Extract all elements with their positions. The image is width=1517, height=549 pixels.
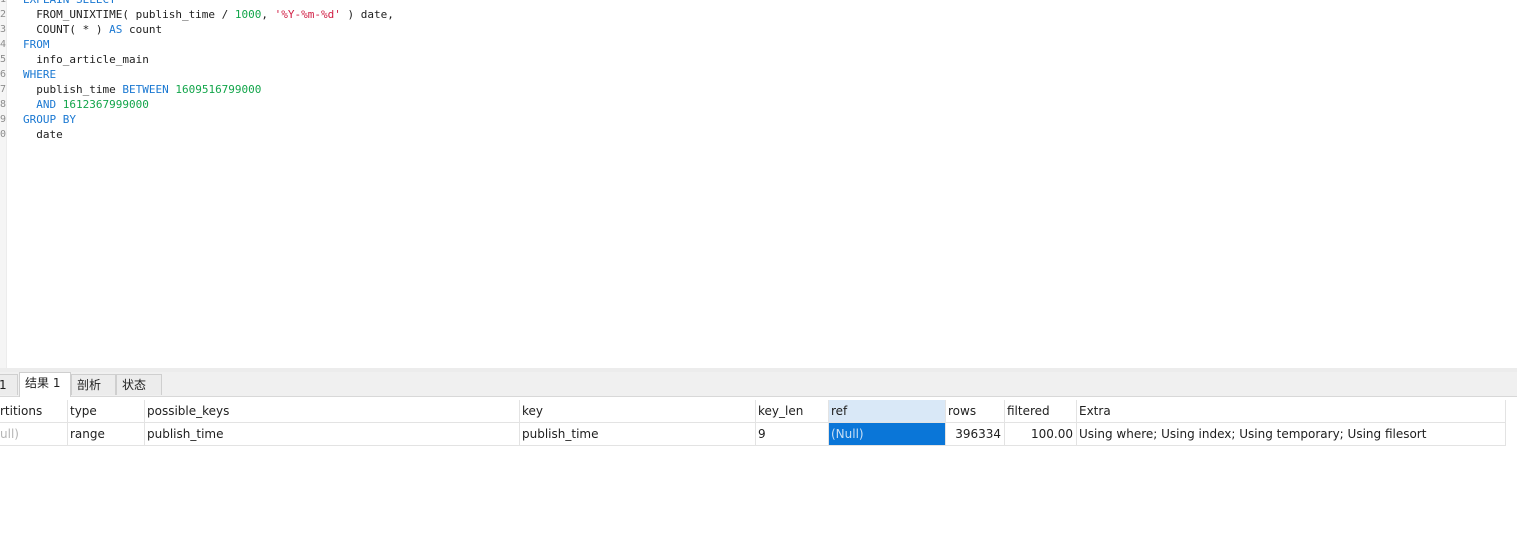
code-text: FROM_UNIXTIME( publish_time / 1000, '%Y-… bbox=[23, 7, 394, 22]
header-partitions[interactable]: rtitions bbox=[0, 400, 68, 422]
cell-filtered[interactable]: 100.00 bbox=[1005, 423, 1077, 445]
header-row: rtitions type possible_keys key key_len … bbox=[0, 400, 1506, 423]
cell-ref-selected[interactable]: (Null) bbox=[829, 423, 946, 445]
header-possible-keys[interactable]: possible_keys bbox=[145, 400, 520, 422]
header-filtered[interactable]: filtered bbox=[1005, 400, 1077, 422]
code-token: COUNT( * ) bbox=[23, 23, 110, 36]
line-number: 6 bbox=[0, 69, 6, 80]
tab-result-1[interactable]: 结果 1 bbox=[19, 372, 71, 397]
cell-type[interactable]: range bbox=[68, 423, 145, 445]
code-text: FROM bbox=[23, 37, 50, 52]
code-token: BETWEEN bbox=[122, 83, 169, 96]
header-ref[interactable]: ref bbox=[829, 400, 946, 422]
sql-editor[interactable]: 1 EXPLAIN SELECT 2 FROM_UNIXTIME( publish_… bbox=[0, 0, 1517, 368]
code-token: AS bbox=[109, 23, 123, 36]
result-tab-bar: 1 结果 1 剖析 状态 bbox=[0, 372, 1517, 397]
line-number: 4 bbox=[0, 39, 6, 50]
code-token: 1609516799000 bbox=[175, 83, 262, 96]
code-token: 1612367999000 bbox=[62, 98, 149, 111]
code-token: AND bbox=[36, 98, 57, 111]
line-number: 8 bbox=[0, 99, 6, 110]
cell-partitions[interactable]: ull) bbox=[0, 423, 68, 445]
code-text: publish_time BETWEEN 1609516799000 bbox=[23, 82, 261, 97]
cell-possible-keys[interactable]: publish_time bbox=[145, 423, 520, 445]
code-text: GROUP BY bbox=[23, 112, 76, 127]
code-text: WHERE bbox=[23, 67, 56, 82]
code-token: date bbox=[23, 128, 63, 141]
cell-key[interactable]: publish_time bbox=[520, 423, 756, 445]
cell-key-len[interactable]: 9 bbox=[756, 423, 829, 445]
line-number: 3 bbox=[0, 24, 6, 35]
line-number: 9 bbox=[0, 114, 6, 125]
tab-info[interactable]: 1 bbox=[0, 374, 18, 395]
line-number: 7 bbox=[0, 84, 6, 95]
code-token: FROM_UNIXTIME( publish_time / bbox=[23, 8, 235, 21]
code-token: FROM bbox=[23, 38, 50, 51]
line-number: 1 bbox=[0, 0, 6, 7]
code-token: GROUP BY bbox=[23, 113, 76, 126]
code-text: date bbox=[23, 127, 63, 142]
header-key-len[interactable]: key_len bbox=[756, 400, 829, 422]
header-key[interactable]: key bbox=[520, 400, 756, 422]
result-grid[interactable]: rtitions type possible_keys key key_len … bbox=[0, 400, 1506, 446]
table-row[interactable]: ull) range publish_time publish_time 9 (… bbox=[0, 423, 1506, 446]
code-token: EXPLAIN SELECT bbox=[23, 0, 116, 6]
code-text: COUNT( * ) AS count bbox=[23, 22, 162, 37]
code-token: WHERE bbox=[23, 68, 57, 81]
tab-profile[interactable]: 剖析 bbox=[71, 374, 116, 395]
cell-rows[interactable]: 396334 bbox=[946, 423, 1005, 445]
code-text: EXPLAIN SELECT bbox=[23, 0, 116, 7]
header-extra[interactable]: Extra bbox=[1077, 400, 1506, 422]
code-token: publish_time bbox=[23, 83, 123, 96]
line-number: 2 bbox=[0, 9, 6, 20]
tab-status[interactable]: 状态 bbox=[116, 374, 162, 395]
header-type[interactable]: type bbox=[68, 400, 145, 422]
code-text: AND 1612367999000 bbox=[23, 97, 149, 112]
cell-extra[interactable]: Using where; Using index; Using temporar… bbox=[1077, 423, 1506, 445]
code-text: info_article_main bbox=[23, 52, 149, 67]
line-number: 5 bbox=[0, 54, 6, 65]
code-token: 1000 bbox=[234, 8, 262, 21]
code-token: info_article_main bbox=[23, 53, 149, 66]
code-token: ) date, bbox=[340, 8, 394, 21]
line-number: 0 bbox=[0, 129, 6, 140]
code-token: count bbox=[122, 23, 163, 36]
code-token: , bbox=[261, 8, 275, 21]
header-rows[interactable]: rows bbox=[946, 400, 1005, 422]
code-token: '%Y-%m-%d' bbox=[274, 8, 341, 21]
